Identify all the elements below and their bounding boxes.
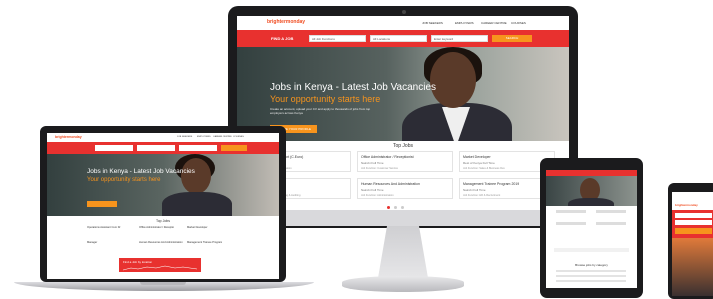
- tablet-job-card[interactable]: [556, 222, 586, 225]
- nav-job-seekers[interactable]: JOB SEEKERS: [422, 21, 443, 25]
- nav-career-centre[interactable]: CAREER CENTRE: [481, 21, 507, 25]
- nav-employers[interactable]: EMPLOYERS: [455, 21, 474, 25]
- laptop-nav-courses[interactable]: COURSES: [233, 136, 244, 138]
- job-card-function: Job Function: HR & Recruitment: [463, 194, 501, 197]
- job-card[interactable]: Office Administrator / Receptionist Nair…: [357, 151, 453, 172]
- laptop-job-card[interactable]: Operations Assistant Cum Dr: [87, 226, 120, 229]
- phone-job-function-select[interactable]: [675, 213, 712, 218]
- find-job-label: FIND A JOB: [271, 36, 294, 41]
- job-card-function: Job Function: Customer Service: [361, 167, 398, 170]
- nav-courses[interactable]: COURSES: [511, 21, 526, 25]
- laptop-job-card[interactable]: Office Administrator / Receptio: [139, 226, 174, 229]
- monitor-stand-neck: [378, 226, 428, 278]
- tablet-job-card[interactable]: [596, 222, 626, 225]
- laptop-hero-face: [181, 158, 211, 194]
- job-card-meta: Rest of Kenya Full Time: [463, 161, 495, 165]
- job-card-title: Office Administrator / Receptionist: [361, 155, 414, 159]
- laptop-job-card[interactable]: Manager: [87, 241, 97, 244]
- laptop-location-select[interactable]: [137, 145, 175, 151]
- laptop-hero-title: Jobs in Kenya - Latest Job Vacancies: [87, 168, 195, 175]
- tablet-job-card[interactable]: [596, 210, 626, 213]
- keyword-input[interactable]: Enter keyword: [431, 35, 488, 42]
- laptop-job-card[interactable]: Management Trainee Program: [187, 241, 222, 244]
- laptop-hero-subtitle: Your opportunity starts here: [87, 177, 161, 183]
- laptop-location-banner[interactable]: Find a Job by location: [119, 258, 201, 272]
- hero-person-face: [430, 52, 476, 108]
- job-card-title: Human Resources And Administration: [361, 182, 420, 186]
- laptop-create-profile-button[interactable]: [87, 201, 117, 207]
- hero-title: Jobs in Kenya - Latest Job Vacancies: [270, 82, 437, 93]
- job-card-meta: Nairobi Full Time: [463, 188, 486, 192]
- tablet-hero-body: [568, 198, 614, 206]
- laptop-search-button[interactable]: [221, 145, 247, 151]
- tablet-category-row[interactable]: [556, 280, 626, 282]
- laptop-job-card[interactable]: Market Developer: [187, 226, 207, 229]
- job-card-meta: Nairobi Full Time: [361, 161, 384, 165]
- kenya-map-strip: [123, 265, 197, 271]
- laptop-hero: Jobs in Kenya - Latest Job Vacancies You…: [47, 154, 279, 216]
- top-jobs-title: Top Jobs: [392, 143, 413, 149]
- phone-logo[interactable]: brightermonday: [675, 203, 698, 207]
- hero-banner: Jobs in Kenya - Latest Job Vacancies You…: [237, 47, 569, 141]
- job-card-meta: Nairobi Full Time: [361, 188, 384, 192]
- laptop-screen: brightermonday JOB SEEKERS EMPLOYERS CAR…: [47, 133, 279, 279]
- laptop-logo[interactable]: brightermonday: [55, 135, 82, 139]
- tablet-screen: Browse jobs by category: [546, 170, 637, 288]
- carousel-dot[interactable]: [394, 206, 397, 209]
- phone-search-button[interactable]: [675, 228, 712, 234]
- tablet-employer-logos: [554, 248, 629, 252]
- laptop-top-jobs-title: Top Jobs: [155, 219, 170, 223]
- site-logo[interactable]: brightermonday: [267, 19, 305, 25]
- job-card-function: Job Function: Administration: [361, 194, 394, 197]
- job-card-title: Market Developer: [463, 155, 491, 159]
- hero-subtitle: Your opportunity starts here: [270, 94, 381, 104]
- laptop-banner-text: Find a Job by location: [123, 260, 153, 264]
- job-function-select[interactable]: All Job Functions: [309, 35, 366, 42]
- laptop-nav-employers[interactable]: EMPLOYERS: [197, 136, 211, 138]
- phone-hero: [672, 238, 713, 296]
- laptop-notch: [140, 282, 186, 285]
- job-card-function: Job Function: Sales & Business Dev: [463, 167, 505, 170]
- laptop-job-card[interactable]: Human Resources And Administration: [139, 241, 183, 244]
- location-select[interactable]: All Locations: [370, 35, 427, 42]
- tablet-category-title: Browse jobs by category: [575, 263, 608, 267]
- search-button[interactable]: SEARCH: [492, 35, 532, 42]
- laptop-keyword-input[interactable]: [179, 145, 217, 151]
- job-card[interactable]: Human Resources And Administration Nairo…: [357, 178, 453, 199]
- phone-location-select[interactable]: [675, 220, 712, 225]
- job-card-title: Management Trainee Program 2019: [463, 182, 520, 186]
- monitor-stand-base: [342, 276, 464, 292]
- laptop-job-function-select[interactable]: [95, 145, 133, 151]
- tablet-hero: [546, 176, 637, 206]
- laptop-nav-career-centre[interactable]: CAREER CENTRE: [213, 136, 232, 138]
- tablet-job-card[interactable]: [556, 210, 586, 213]
- hero-description: Create an account, upload your CV and ap…: [270, 107, 371, 115]
- webcam-dot: [402, 10, 406, 14]
- desktop-screen: brightermonday JOB SEEKERS EMPLOYERS CAR…: [237, 16, 569, 215]
- phone-screen: brightermonday: [672, 192, 713, 296]
- laptop-hero-body: [162, 192, 232, 216]
- tablet-category-row[interactable]: [556, 275, 626, 277]
- laptop-nav-job-seekers[interactable]: JOB SEEKERS: [177, 136, 192, 138]
- tablet-category-row[interactable]: [556, 270, 626, 272]
- carousel-dot-active[interactable]: [387, 206, 390, 209]
- carousel-dot[interactable]: [401, 206, 404, 209]
